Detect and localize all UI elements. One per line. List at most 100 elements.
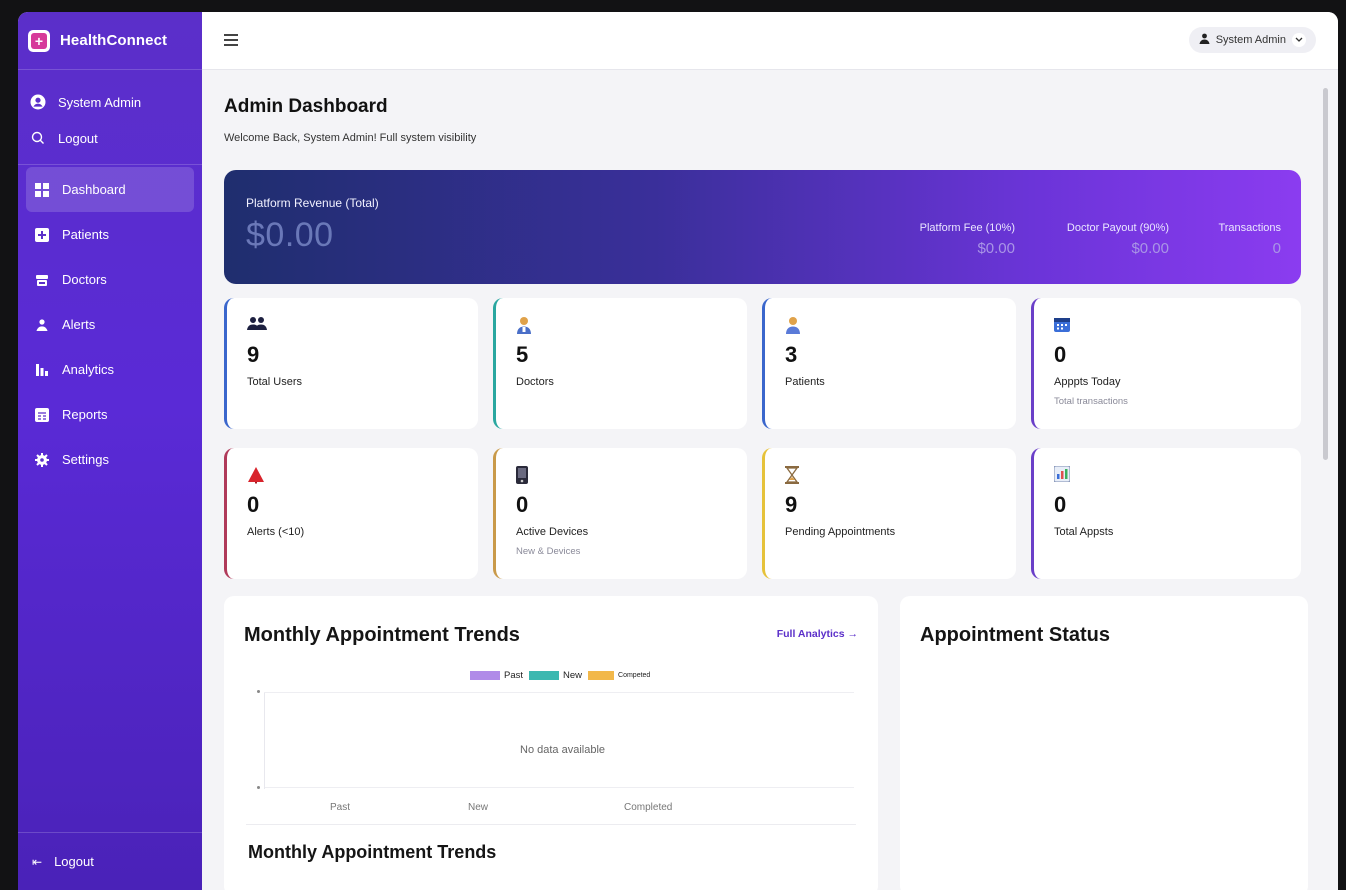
sidebar-item-label: Reports [62,407,108,422]
x-axis-label: Past [330,802,351,813]
stat-card-doctors[interactable]: 5 Doctors [493,298,747,429]
medical-plus-icon [34,227,50,243]
sidebar-item-label: Patients [62,227,109,242]
hamburger-menu-icon[interactable] [224,34,238,46]
x-axis-label: Completed [624,802,673,813]
scrollbar-thumb[interactable] [1323,88,1328,460]
stat-label: Doctors [516,376,554,388]
sidebar-logout-top[interactable]: Logout [18,120,202,156]
plus-logo-icon: + [28,29,50,52]
sidebar-user[interactable]: System Admin [18,84,202,120]
sidebar-item-dashboard[interactable]: Dashboard [26,167,194,212]
revenue-stat-transactions: Transactions 0 [1218,222,1281,257]
legend-label: New [563,670,583,681]
stat-value: 5 [516,342,529,367]
sidebar: + HealthConnect System Admin Logout Dash… [18,12,202,890]
stat-value: 9 [247,342,260,367]
alert-person-icon [34,317,50,333]
legend-label: Competed [618,672,651,679]
no-data-message: No data available [520,744,606,756]
device-icon [516,466,534,484]
revenue-total: $0.00 [246,216,334,254]
stat-card-appts-today[interactable]: 0 Apppts Today Total transactions [1031,298,1301,429]
chart-legend: Past New Competed [464,670,650,681]
sidebar-nav: Dashboard Patients Doctors Alerts Analyt… [18,165,202,482]
trends-title: Monthly Appointment Trends [244,624,520,646]
sidebar-item-doctors[interactable]: Doctors [26,257,194,302]
stat-value: $0.00 [1131,240,1169,257]
sidebar-item-patients[interactable]: Patients [26,212,194,257]
sidebar-item-label: Settings [62,452,109,467]
brand-name: HealthConnect [60,32,168,49]
stat-value: 0 [1054,342,1067,367]
revenue-stat-doctor-payout: Doctor Payout (90%) $0.00 [1067,222,1169,257]
revenue-stat-platform-fee: Platform Fee (10%) $0.00 [920,222,1015,257]
calendar-icon [1054,316,1072,334]
sidebar-item-label: Doctors [62,272,107,287]
stat-label: Alerts (<10) [247,526,305,538]
stat-value: 0 [1272,240,1281,257]
stat-label: Patients [785,376,825,388]
sidebar-item-label: Analytics [62,362,115,377]
stat-value: 9 [785,492,798,517]
stat-sublabel: New & Devices [516,546,581,557]
trends-panel: Monthly Appointment Trends Full Analytic… [224,596,878,890]
sidebar-logout-label: Logout [58,130,98,146]
logout-arrow-icon: ⇤ [32,854,43,869]
stat-value: 0 [516,492,529,517]
sidebar-logout-bottom[interactable]: ⇤ Logout [18,832,202,890]
brand[interactable]: + HealthConnect [18,12,202,70]
stat-label: Total Appsts [1054,526,1114,538]
legend-swatch-past[interactable] [470,671,500,680]
sidebar-user-name: System Admin [58,94,142,110]
user-circle-icon [30,94,46,110]
app-window: + HealthConnect System Admin Logout Dash… [18,12,1338,890]
sidebar-item-reports[interactable]: Reports [26,392,194,437]
status-title: Appointment Status [920,624,1110,646]
report-icon [34,407,50,423]
stat-sublabel: Total transactions [1054,396,1128,407]
legend-label: Past [504,670,524,681]
grid-icon [34,182,50,198]
stat-label: Active Devices [516,526,589,538]
user-menu[interactable]: System Admin [1188,27,1316,53]
warning-icon [247,466,265,484]
stat-label: Platform Fee (10%) [919,222,1015,234]
logout-icon [30,130,46,146]
stat-value: $0.00 [977,240,1015,257]
sidebar-logout-bottom-label: Logout [54,854,94,869]
doctor-icon [34,272,50,288]
stat-label: Doctor Payout (90%) [1066,222,1169,234]
stat-value: 3 [785,342,798,367]
sidebar-user-block: System Admin Logout [18,70,202,165]
status-panel: Appointment Status [900,596,1308,890]
doctor-icon [516,316,534,334]
page-subtitle: Welcome Back, System Admin! Full system … [224,132,477,144]
patient-icon [785,316,803,334]
sidebar-item-alerts[interactable]: Alerts [26,302,194,347]
user-icon [1199,33,1210,47]
chart-icon [1053,465,1072,484]
main-content: Admin Dashboard Welcome Back, System Adm… [202,70,1338,890]
legend-swatch-new[interactable] [529,671,560,680]
sidebar-item-settings[interactable]: Settings [26,437,194,482]
stat-card-total-appts[interactable]: 0 Total Appsts [1031,448,1301,579]
stat-card-total-users[interactable]: 9 Total Users [224,298,478,429]
topbar: System Admin [202,12,1338,70]
sidebar-item-label: Alerts [62,317,96,332]
bar-chart-icon [34,362,50,378]
legend-swatch-completed[interactable] [588,671,615,680]
stat-label: Total Users [247,376,303,388]
stat-label: Apppts Today [1054,376,1121,388]
stat-card-patients[interactable]: 3 Patients [762,298,1016,429]
chart-plot-area [264,692,854,789]
stat-card-active-devices[interactable]: 0 Active Devices New & Devices [493,448,747,579]
stat-card-alerts[interactable]: 0 Alerts (<10) [224,448,478,579]
full-analytics-link[interactable]: Full Analytics → [777,628,858,640]
panel-divider [246,824,856,825]
stat-card-pending-appointments[interactable]: 9 Pending Appointments [762,448,1016,579]
gear-icon [34,452,50,468]
users-icon [247,316,267,334]
axis-tick-top [257,690,260,693]
sidebar-item-analytics[interactable]: Analytics [26,347,194,392]
